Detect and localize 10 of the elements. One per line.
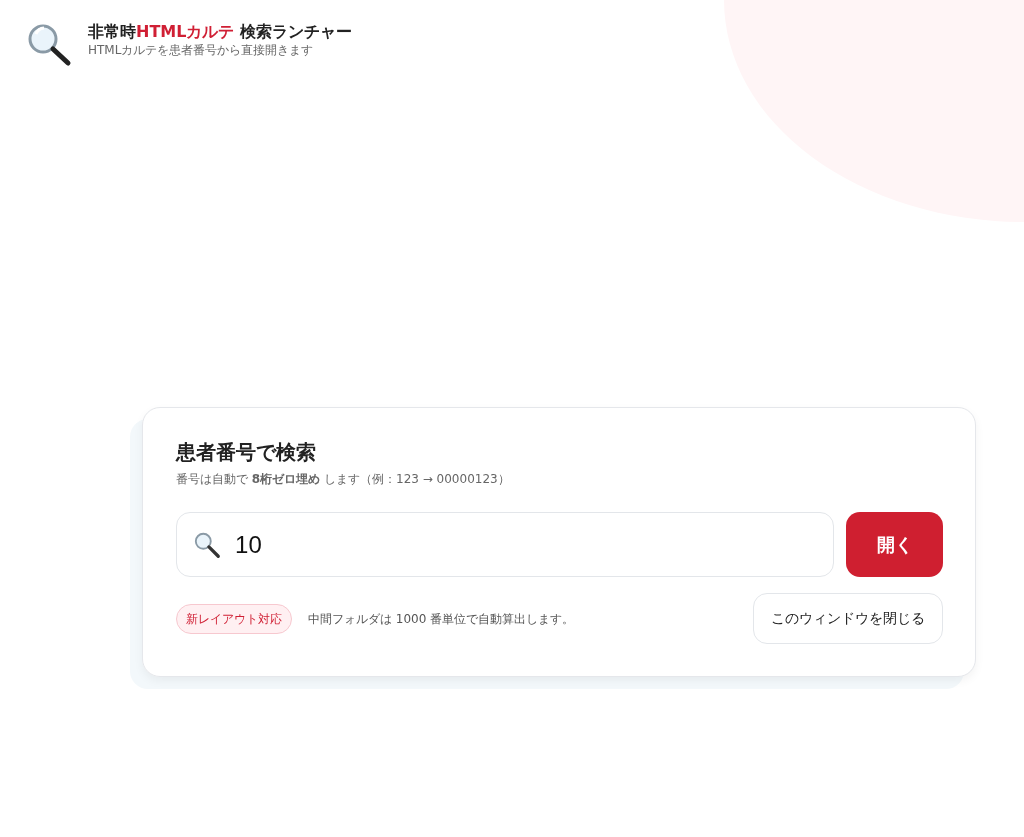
folder-note: 中間フォルダは 1000 番単位で自動算出します。 bbox=[308, 610, 575, 628]
card-title: 患者番号で検索 bbox=[176, 440, 317, 464]
close-window-button[interactable]: このウィンドウを閉じる bbox=[753, 593, 943, 644]
magnifier-icon bbox=[26, 22, 72, 68]
hint-text: 番号は自動で 8桁ゼロ埋め します（例：123 → 00000123） bbox=[176, 471, 511, 488]
app-title: 非常時HTMLカルテ 検索ランチャー bbox=[88, 22, 352, 42]
layout-tag: 新レイアウト対応 bbox=[176, 603, 292, 634]
open-button[interactable]: 開く bbox=[846, 512, 943, 577]
patient-number-field[interactable]: 10 bbox=[176, 512, 834, 577]
app-subtitle: HTMLカルテを患者番号から直接開きます bbox=[88, 42, 315, 60]
